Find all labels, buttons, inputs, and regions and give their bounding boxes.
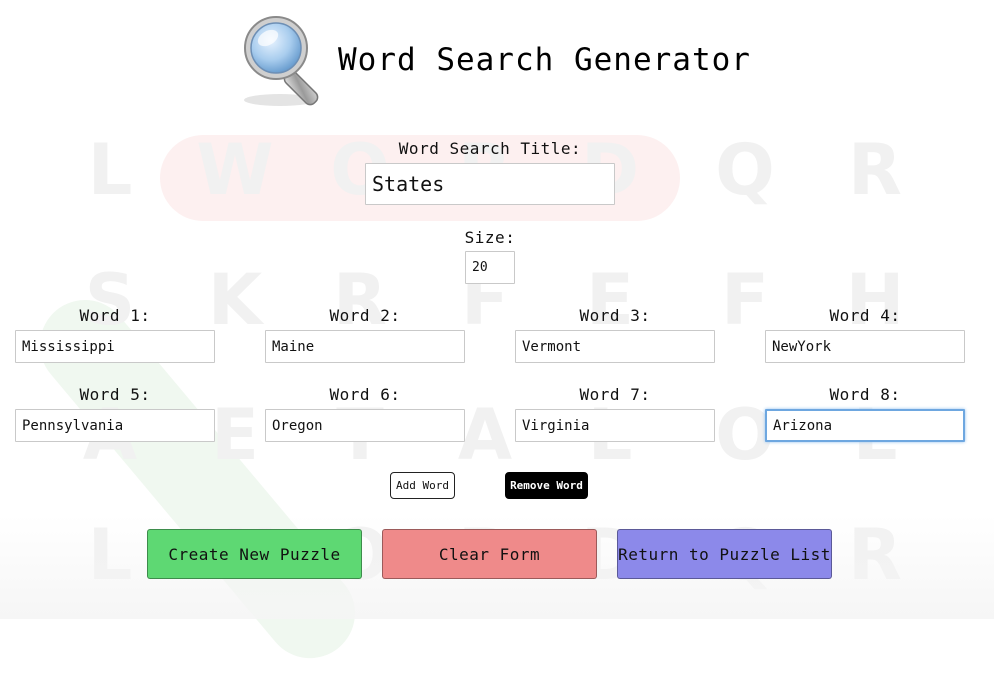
bg-letter: F [721, 259, 769, 341]
add-word-button[interactable]: Add Word [390, 472, 455, 499]
bg-letter: E [586, 259, 634, 341]
word-label: Word 4: [829, 306, 901, 325]
word-input-8[interactable] [765, 409, 965, 442]
word-input-6[interactable] [265, 409, 465, 442]
bg-letter: S [84, 259, 136, 341]
title-label: Word Search Title: [398, 139, 582, 158]
bg-letter: Q [715, 129, 775, 211]
bg-letter: L [87, 129, 133, 211]
bg-letter: R [848, 514, 902, 596]
word-label: Word 3: [579, 306, 651, 325]
word-label: Word 1: [79, 306, 151, 325]
word-label: Word 8: [829, 385, 901, 404]
bg-letter: K [207, 259, 263, 341]
magnifying-glass-icon [244, 16, 319, 106]
bg-letter: H [845, 259, 905, 341]
bg-letter: R [333, 259, 387, 341]
title-input[interactable] [365, 163, 615, 205]
return-to-puzzle-list-button[interactable]: Return to Puzzle List [617, 529, 832, 579]
word-input-4[interactable] [765, 330, 965, 363]
clear-form-button[interactable]: Clear Form [382, 529, 597, 579]
word-label: Word 5: [79, 385, 151, 404]
create-new-puzzle-button[interactable]: Create New Puzzle [147, 529, 362, 579]
bg-letter: L [87, 514, 133, 596]
size-label: Size: [464, 228, 516, 247]
word-input-2[interactable] [265, 330, 465, 363]
header: Word Search Generator [238, 12, 751, 108]
remove-word-button[interactable]: Remove Word [505, 472, 588, 499]
size-input[interactable] [465, 251, 515, 284]
word-input-5[interactable] [15, 409, 215, 442]
word-label: Word 7: [579, 385, 651, 404]
page-title: Word Search Generator [338, 42, 751, 78]
bg-letter: W [196, 129, 274, 211]
bg-letter: R [848, 129, 902, 211]
word-input-3[interactable] [515, 330, 715, 363]
word-input-1[interactable] [15, 330, 215, 363]
word-label: Word 2: [329, 306, 401, 325]
word-label: Word 6: [329, 385, 401, 404]
word-input-7[interactable] [515, 409, 715, 442]
